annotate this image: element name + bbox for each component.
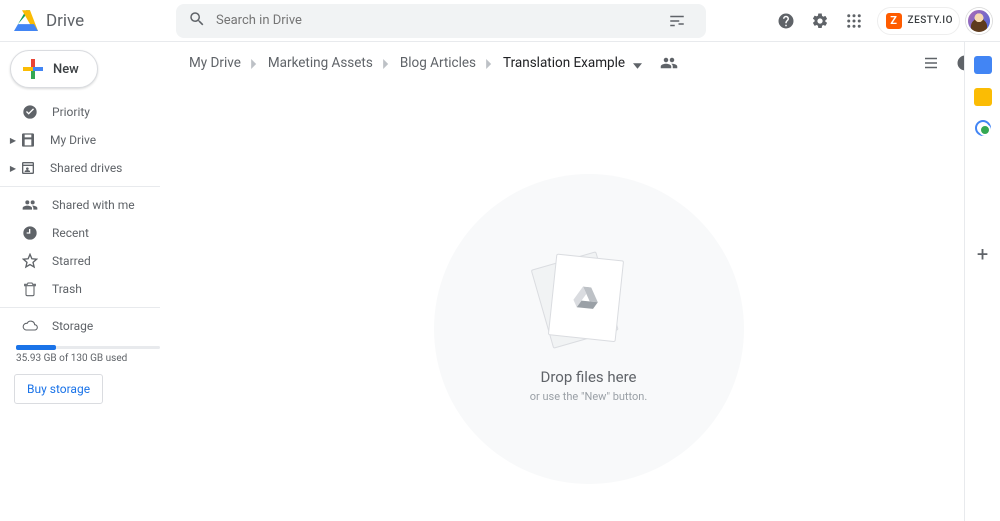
sidebar-item-storage[interactable]: Storage <box>0 312 176 340</box>
breadcrumb-item[interactable]: Blog Articles <box>396 51 480 75</box>
brand-logo-icon: Z <box>886 13 902 29</box>
list-view-icon[interactable] <box>914 46 948 80</box>
keep-icon[interactable] <box>974 88 992 106</box>
search-options-icon[interactable] <box>660 4 694 38</box>
drive-icon <box>20 132 36 148</box>
tasks-icon[interactable] <box>975 120 991 136</box>
breadcrumb-item-current[interactable]: Translation Example <box>499 51 629 75</box>
shared-icon <box>22 197 38 213</box>
drive-logo-icon <box>14 9 38 33</box>
sidebar-item-label: Priority <box>52 105 90 119</box>
sidebar-item-label: My Drive <box>50 133 96 147</box>
storage-icon <box>22 318 38 334</box>
chevron-right-icon <box>383 54 390 73</box>
new-button-label: New <box>53 62 79 77</box>
sidebar-item-label: Trash <box>52 282 82 296</box>
breadcrumb-dropdown-icon[interactable] <box>633 54 642 73</box>
settings-icon[interactable] <box>803 4 837 38</box>
logo[interactable]: Drive <box>14 9 176 33</box>
expand-icon[interactable]: ▶ <box>8 136 18 145</box>
sidebar-item-mydrive[interactable]: ▶ My Drive <box>0 126 176 154</box>
sidebar-item-label: Shared drives <box>50 161 122 175</box>
breadcrumb-item[interactable]: My Drive <box>185 51 245 75</box>
sidebar-item-shareddrives[interactable]: ▶ Shared drives <box>0 154 176 182</box>
sidebar-item-priority[interactable]: Priority <box>0 98 176 126</box>
share-people-icon[interactable] <box>652 46 686 80</box>
main-area: My Drive Marketing Assets Blog Articles … <box>176 42 1000 521</box>
breadcrumb-item[interactable]: Marketing Assets <box>264 51 377 75</box>
expand-icon[interactable]: ▶ <box>8 164 18 173</box>
calendar-icon[interactable] <box>974 56 992 74</box>
priority-icon <box>22 104 38 120</box>
search-bar[interactable] <box>176 4 706 38</box>
new-button[interactable]: New <box>10 50 98 88</box>
shared-drives-icon <box>20 160 36 176</box>
header: Drive Z ZESTY.IO <box>0 0 1000 42</box>
sidebar-item-recent[interactable]: Recent <box>0 219 176 247</box>
plus-icon <box>23 59 43 79</box>
buy-storage-button[interactable]: Buy storage <box>14 374 103 404</box>
trash-icon <box>22 281 38 297</box>
storage-usage-text: 35.93 GB of 130 GB used <box>16 353 176 364</box>
account-brand[interactable]: Z ZESTY.IO <box>877 7 960 35</box>
add-addon-icon[interactable]: + <box>977 244 988 264</box>
sidebar-item-sharedwithme[interactable]: Shared with me <box>0 191 176 219</box>
search-input[interactable] <box>216 13 660 28</box>
empty-subtitle: or use the "New" button. <box>530 390 648 403</box>
chevron-right-icon <box>251 54 258 73</box>
search-icon <box>188 10 206 32</box>
side-panel: + <box>964 42 1000 521</box>
sidebar-item-label: Shared with me <box>52 198 135 212</box>
account-avatar[interactable] <box>966 8 992 34</box>
recent-icon <box>22 225 38 241</box>
drop-zone[interactable]: Drop files here or use the "New" button. <box>434 174 744 484</box>
empty-state: Drop files here or use the "New" button. <box>177 84 1000 521</box>
sidebar-item-label: Storage <box>52 319 93 333</box>
apps-icon[interactable] <box>837 4 871 38</box>
app-name: Drive <box>46 11 84 31</box>
storage-usage-bar <box>16 346 160 349</box>
empty-files-icon <box>544 256 634 346</box>
sidebar-item-label: Starred <box>52 254 91 268</box>
breadcrumb: My Drive Marketing Assets Blog Articles … <box>177 42 1000 84</box>
sidebar-item-starred[interactable]: Starred <box>0 247 176 275</box>
sidebar: New Priority ▶ My Drive ▶ Shared drives … <box>0 42 176 521</box>
chevron-right-icon <box>486 54 493 73</box>
support-icon[interactable] <box>769 4 803 38</box>
empty-title: Drop files here <box>541 368 637 386</box>
brand-name: ZESTY.IO <box>908 15 953 26</box>
star-icon <box>22 253 38 269</box>
sidebar-item-label: Recent <box>52 226 89 240</box>
sidebar-item-trash[interactable]: Trash <box>0 275 176 303</box>
